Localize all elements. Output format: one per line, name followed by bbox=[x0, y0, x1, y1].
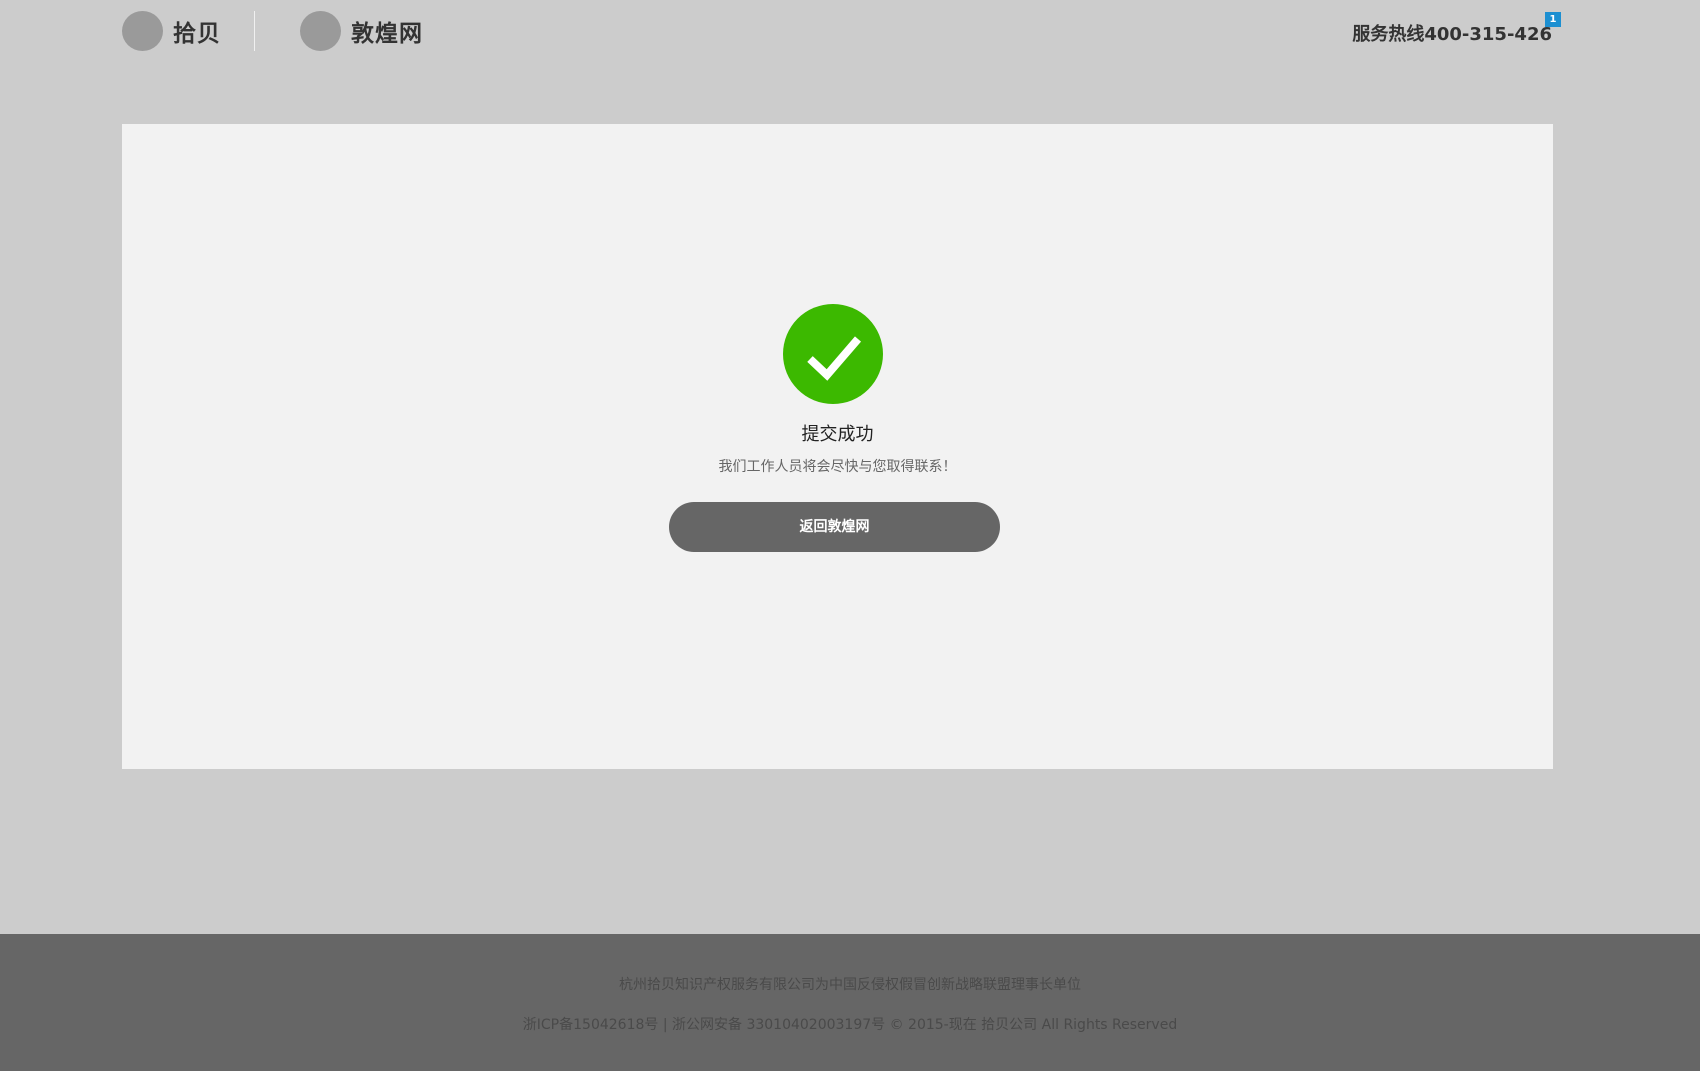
service-hotline: 服务热线400-315-426 bbox=[1352, 24, 1552, 45]
brand-name-dhgate: 敦煌网 bbox=[351, 21, 423, 47]
footer-company-statement: 杭州拾贝知识产权服务有限公司为中国反侵权假冒创新战略联盟理事长单位 bbox=[619, 977, 1081, 993]
brand-shibei[interactable]: 拾贝 bbox=[122, 11, 221, 51]
shibei-logo-icon bbox=[122, 11, 163, 51]
result-card: 提交成功 我们工作人员将会尽快与您取得联系！ 返回敦煌网 bbox=[122, 124, 1553, 769]
brand-dhgate[interactable]: 敦煌网 bbox=[300, 11, 423, 51]
footer-copyright: 浙ICP备15042618号 | 浙公网安备 33010402003197号 ©… bbox=[522, 1017, 1178, 1033]
dhgate-logo-icon bbox=[300, 11, 341, 51]
header-divider bbox=[254, 11, 255, 51]
back-to-dhgate-button[interactable]: 返回敦煌网 bbox=[669, 502, 1000, 552]
notification-badge: 1 bbox=[1545, 12, 1561, 27]
success-message: 我们工作人员将会尽快与您取得联系！ bbox=[718, 459, 957, 475]
checkmark-circle-icon bbox=[783, 304, 883, 404]
page-footer: 杭州拾贝知识产权服务有限公司为中国反侵权假冒创新战略联盟理事长单位 浙ICP备1… bbox=[0, 934, 1700, 1071]
success-title: 提交成功 bbox=[801, 424, 874, 445]
brand-name-shibei: 拾贝 bbox=[173, 21, 221, 47]
page-header: 拾贝 敦煌网 服务热线400-315-426 1 bbox=[0, 0, 1700, 64]
